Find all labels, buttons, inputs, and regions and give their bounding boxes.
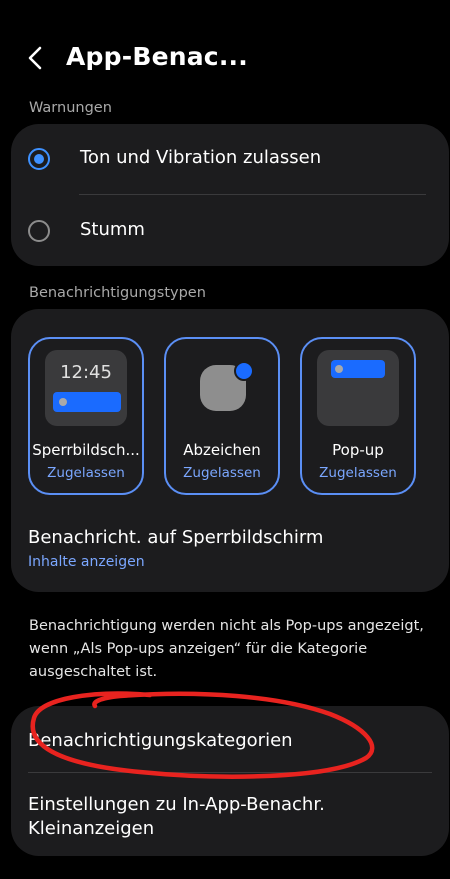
divider bbox=[79, 194, 426, 195]
option-label: Ton und Vibration zulassen bbox=[80, 147, 322, 168]
tile-popup[interactable]: Pop-up Zugelassen bbox=[300, 337, 416, 495]
badge-preview bbox=[181, 350, 263, 426]
app-bar: App-Benac... bbox=[0, 30, 450, 86]
tile-status: Zugelassen bbox=[47, 465, 125, 481]
page-title: App-Benac... bbox=[66, 42, 248, 71]
row-inapp-settings[interactable]: Einstellungen zu In-App-Benachr. Kleinan… bbox=[11, 774, 449, 854]
preview-notification-bar bbox=[53, 392, 121, 412]
bottom-card: Benachrichtigungskategorien Einstellunge… bbox=[11, 706, 449, 856]
option-mute[interactable]: Stumm bbox=[11, 196, 449, 266]
section-label-notification-types: Benachrichtigungstypen bbox=[29, 285, 206, 301]
radio-selected[interactable] bbox=[28, 148, 50, 170]
preview-time: 12:45 bbox=[60, 362, 112, 383]
tile-title: Abzeichen bbox=[183, 441, 261, 459]
tile-title: Pop-up bbox=[332, 441, 384, 459]
tile-lock-screen[interactable]: 12:45 Sperrbildsch... Zugelassen bbox=[28, 337, 144, 495]
divider bbox=[28, 772, 432, 773]
preview-popup-bar bbox=[331, 360, 385, 378]
back-button[interactable] bbox=[18, 40, 54, 76]
chevron-left-icon bbox=[28, 46, 42, 70]
row-subtitle: Kleinanzeigen bbox=[28, 818, 155, 839]
tile-status: Zugelassen bbox=[183, 465, 261, 481]
popup-preview bbox=[317, 350, 399, 426]
option-label: Stumm bbox=[80, 219, 145, 240]
row-title: Benachricht. auf Sperrbildschirm bbox=[28, 527, 324, 548]
row-title: Einstellungen zu In-App-Benachr. bbox=[28, 794, 325, 815]
tile-status: Zugelassen bbox=[319, 465, 397, 481]
section-label-warnings: Warnungen bbox=[29, 100, 112, 116]
preview-dot bbox=[59, 398, 67, 406]
lock-screen-preview: 12:45 bbox=[45, 350, 127, 426]
row-notification-categories[interactable]: Benachrichtigungskategorien bbox=[11, 706, 449, 772]
lockscreen-notification-row[interactable]: Benachricht. auf Sperrbildschirm Inhalte… bbox=[11, 515, 449, 585]
row-subtitle: Inhalte anzeigen bbox=[28, 554, 145, 570]
radio-unselected[interactable] bbox=[28, 220, 50, 242]
row-title: Benachrichtigungskategorien bbox=[28, 730, 293, 751]
tile-title: Sperrbildsch... bbox=[32, 441, 140, 459]
preview-dot bbox=[335, 365, 343, 373]
info-text: Benachrichtigung werden nicht als Pop-up… bbox=[29, 618, 424, 680]
option-sound-vibration[interactable]: Ton und Vibration zulassen bbox=[11, 124, 449, 194]
notification-types-card: 12:45 Sperrbildsch... Zugelassen Abzeich… bbox=[11, 309, 449, 592]
warnings-card: Ton und Vibration zulassen Stumm bbox=[11, 124, 449, 266]
tile-badge[interactable]: Abzeichen Zugelassen bbox=[164, 337, 280, 495]
badge-dot-icon bbox=[234, 361, 254, 381]
